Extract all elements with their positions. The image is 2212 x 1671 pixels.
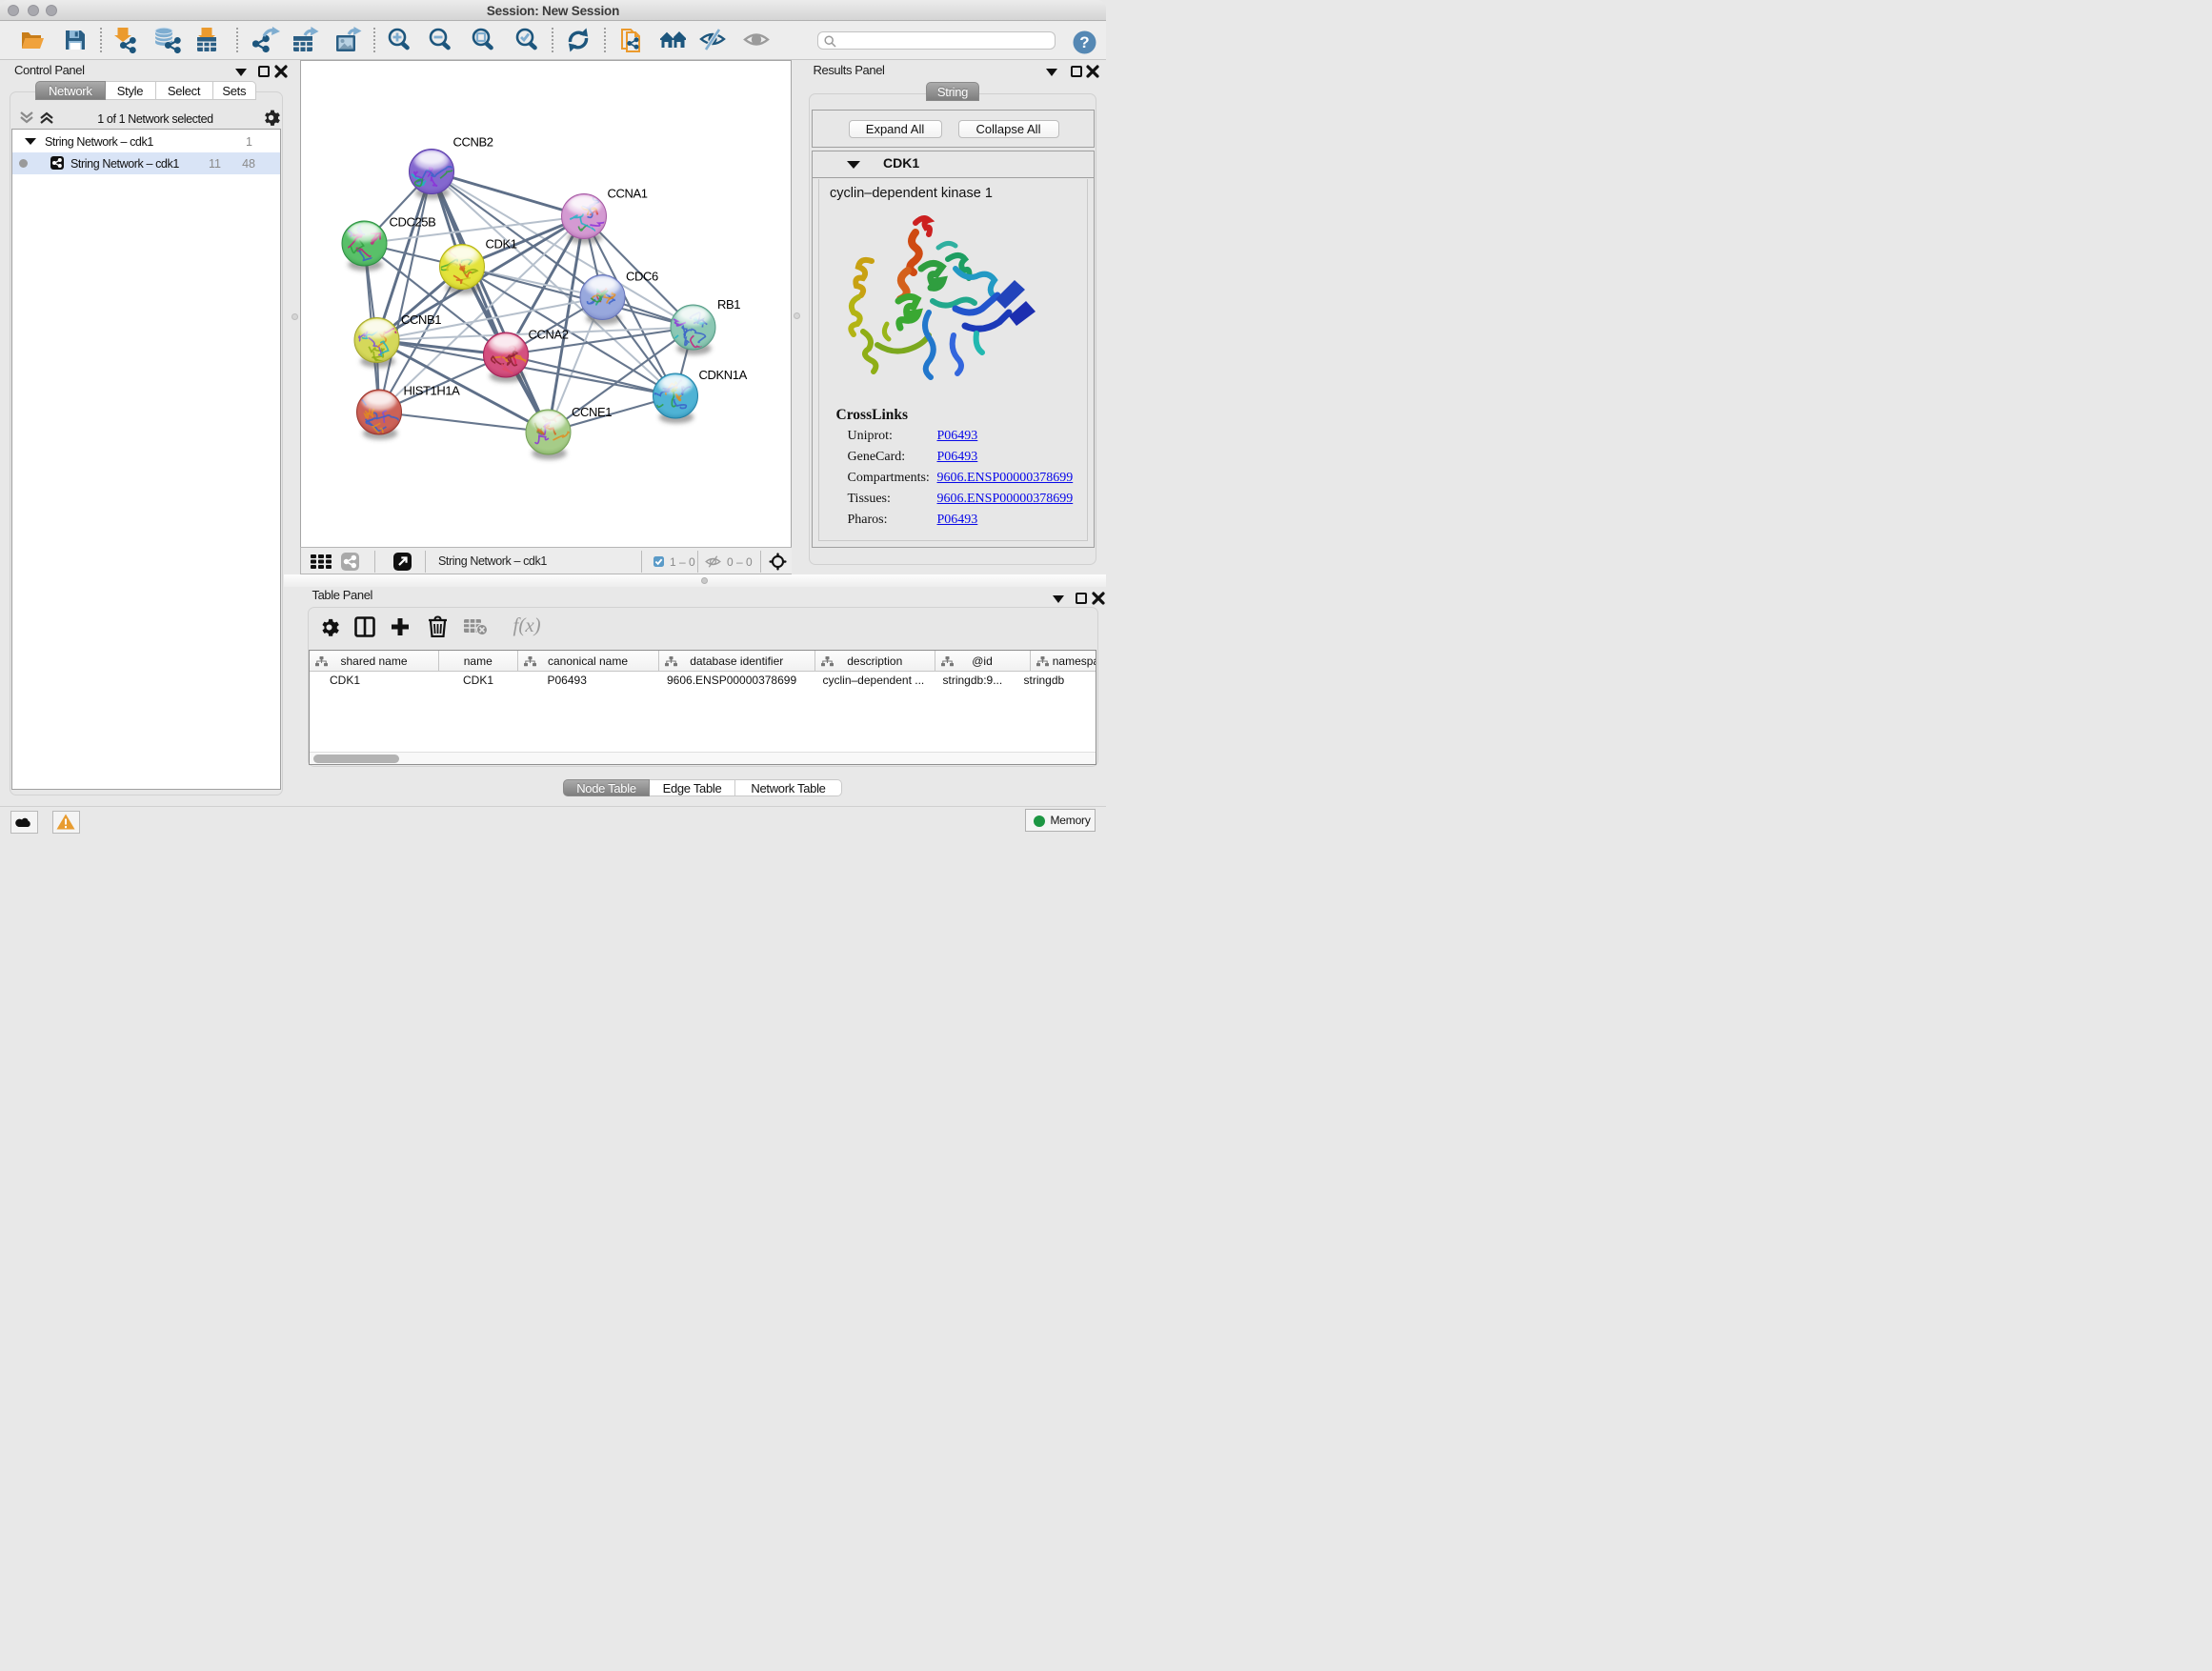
svg-text:CCNB2: CCNB2 (453, 134, 493, 149)
svg-text:CDC6: CDC6 (626, 269, 658, 283)
svg-text:?: ? (1079, 33, 1089, 51)
svg-text:HIST1H1A: HIST1H1A (404, 383, 461, 397)
svg-text:CCNA2: CCNA2 (529, 327, 569, 341)
svg-text:CCNB1: CCNB1 (401, 312, 441, 327)
svg-text:CDKN1A: CDKN1A (699, 368, 748, 382)
svg-text:CCNA1: CCNA1 (608, 186, 648, 200)
svg-text:CDC25B: CDC25B (390, 214, 436, 229)
svg-text:CDK1: CDK1 (486, 236, 517, 251)
svg-text:RB1: RB1 (717, 297, 740, 312)
svg-text:CCNE1: CCNE1 (572, 405, 612, 419)
